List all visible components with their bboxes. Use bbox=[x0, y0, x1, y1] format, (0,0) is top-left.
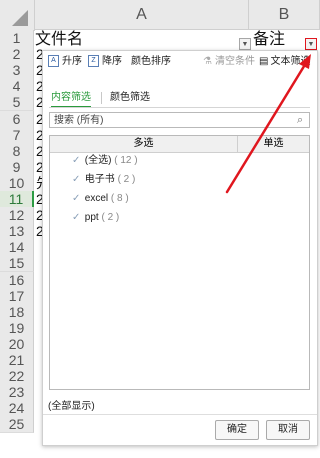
annotation-arrow-icon bbox=[225, 54, 311, 194]
